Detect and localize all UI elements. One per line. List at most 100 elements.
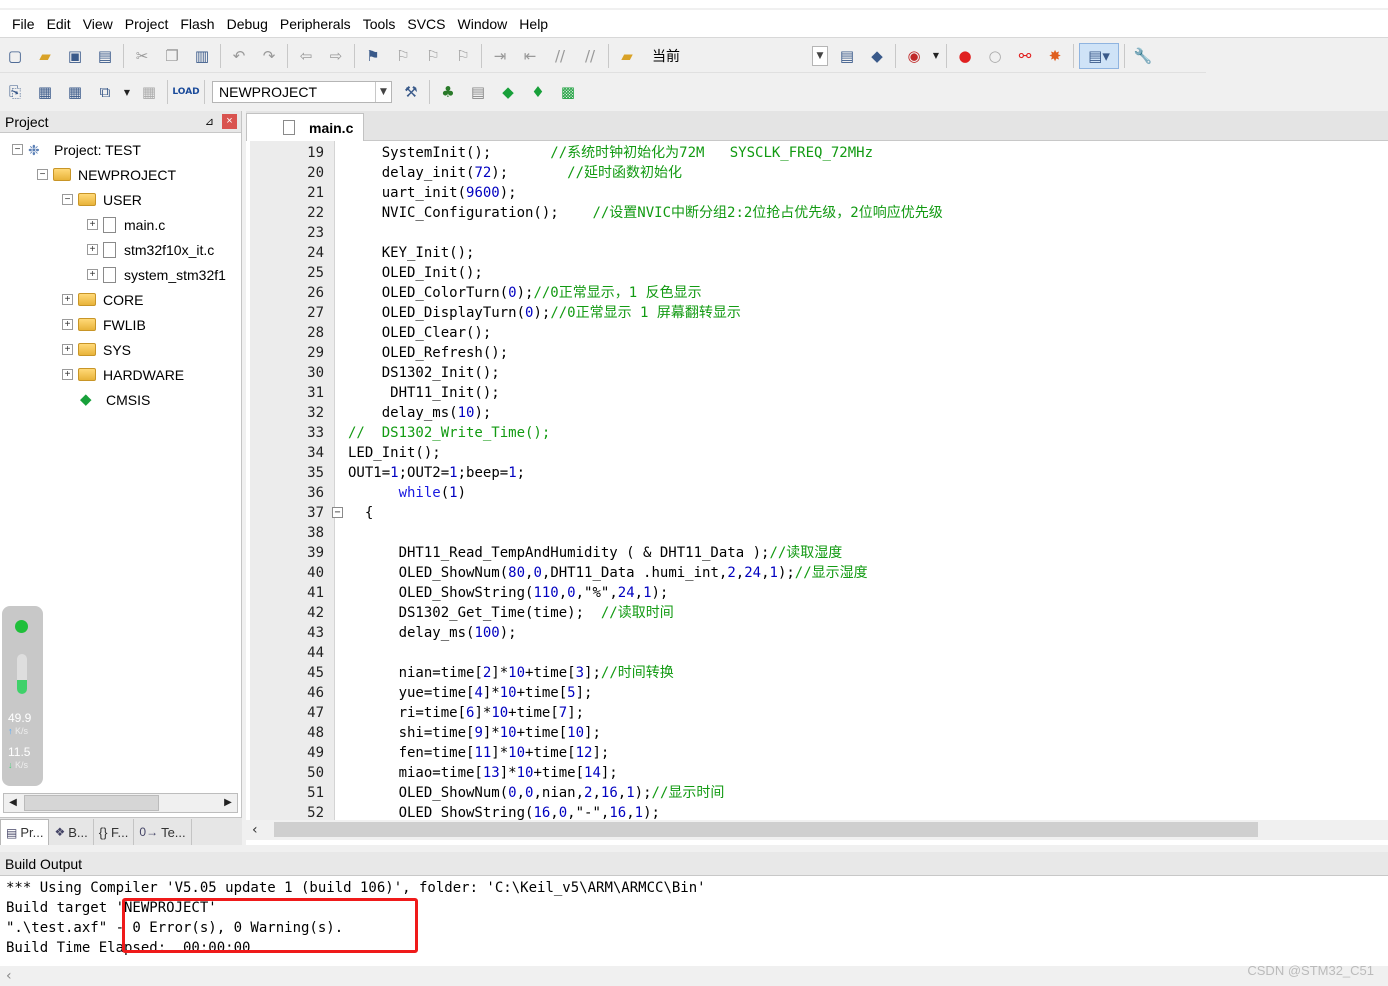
code-line[interactable]: 39 DHT11_Read_TempAndHumidity ( & DHT11_… (246, 543, 1386, 563)
pack-update-icon[interactable]: ▩ (555, 79, 581, 105)
tree-group-core[interactable]: + CORE (0, 287, 241, 312)
code-line[interactable]: 49 fen=time[11]*10+time[12]; (246, 743, 1386, 763)
scroll-left-icon[interactable]: ◀ (4, 794, 22, 812)
chevron-down-icon[interactable]: ▼ (812, 45, 828, 66)
tree-group-sys[interactable]: + SYS (0, 337, 241, 362)
code-line[interactable]: 44 (246, 643, 1386, 663)
collapse-icon[interactable]: − (37, 169, 48, 180)
code-line[interactable]: 38 (246, 523, 1386, 543)
pack-installer-icon[interactable]: ♦ (525, 79, 551, 105)
expand-icon[interactable]: + (87, 219, 98, 230)
tab-main-c[interactable]: main.c (246, 113, 364, 141)
expand-icon[interactable]: + (87, 244, 98, 255)
chevron-down-icon[interactable]: ▼ (931, 43, 941, 69)
bookmark-clear-icon[interactable]: ⚐ (450, 43, 476, 69)
uncomment-icon[interactable]: // (577, 43, 603, 69)
tree-group-hardware[interactable]: + HARDWARE (0, 362, 241, 387)
tab-templates[interactable]: 0→ Te... (134, 819, 192, 845)
tab-books[interactable]: ❖ B... (49, 819, 94, 845)
download-load-icon[interactable]: LOAD (172, 79, 199, 105)
menu-flash[interactable]: Flash (174, 10, 220, 38)
code-line[interactable]: 47 ri=time[6]*10+time[7]; (246, 703, 1386, 723)
scroll-left-icon[interactable]: ‹ (6, 966, 12, 986)
manage-project-items-icon[interactable]: ♣ (435, 79, 461, 105)
menu-peripherals[interactable]: Peripherals (274, 10, 357, 38)
build-icon[interactable]: ▦ (32, 79, 58, 105)
code-line[interactable]: 45 nian=time[2]*10+time[3];//时间转换 (246, 663, 1386, 683)
comment-icon[interactable]: // (547, 43, 573, 69)
bookmark-icon[interactable]: ⚑ (360, 43, 386, 69)
code-line[interactable]: 30 DS1302_Init(); (246, 363, 1386, 383)
incremental-find-icon[interactable]: ◆ (864, 43, 890, 69)
chevron-down-icon[interactable]: ▼ (375, 82, 391, 102)
translate-icon[interactable]: ⎘ (2, 79, 28, 105)
menu-project[interactable]: Project (119, 10, 175, 38)
code-line[interactable]: 48 shi=time[9]*10+time[10]; (246, 723, 1386, 743)
save-icon[interactable]: ▣ (62, 43, 88, 69)
breakpoint-disable-all-icon[interactable]: ⚯ (1012, 43, 1038, 69)
fold-collapse-icon[interactable]: − (332, 507, 343, 518)
new-file-icon[interactable]: ▢ (2, 43, 28, 69)
code-line[interactable]: 26 OLED_ColorTurn(0);//0正常显示，1 反色显示 (246, 283, 1386, 303)
menu-view[interactable]: View (77, 10, 119, 38)
expand-icon[interactable]: + (62, 319, 73, 330)
tree-group-fwlib[interactable]: + FWLIB (0, 312, 241, 337)
tree-target[interactable]: − NEWPROJECT (0, 162, 241, 187)
stop-build-icon[interactable]: ▦ (136, 79, 162, 105)
menu-edit[interactable]: Edit (41, 10, 77, 38)
chevron-down-icon[interactable]: ▼ (122, 79, 132, 105)
save-all-icon[interactable]: ▤ (92, 43, 118, 69)
collapse-icon[interactable]: − (12, 144, 23, 155)
scroll-thumb[interactable] (274, 822, 1258, 837)
code-line[interactable]: 27 OLED_DisplayTurn(0);//0正常显示 1 屏幕翻转显示 (246, 303, 1386, 323)
code-line[interactable]: 32 delay_ms(10); (246, 403, 1386, 423)
cut-icon[interactable]: ✂ (129, 43, 155, 69)
indent-icon[interactable]: ⇥ (487, 43, 513, 69)
expand-icon[interactable]: + (87, 269, 98, 280)
menu-debug[interactable]: Debug (221, 10, 274, 38)
expand-icon[interactable]: + (62, 369, 73, 380)
code-line[interactable]: 41 OLED_ShowString(110,0,"%",24,1); (246, 583, 1386, 603)
breakpoint-kill-all-icon[interactable]: ✸ (1042, 43, 1068, 69)
code-line[interactable]: 29 OLED_Refresh(); (246, 343, 1386, 363)
tree-file-it[interactable]: + stm32f10x_it.c (0, 237, 241, 262)
menu-svcs[interactable]: SVCS (401, 10, 451, 38)
code-editor[interactable]: 19 SystemInit(); //系统时钟初始化为72M SYSCLK_FR… (246, 141, 1388, 845)
expand-icon[interactable]: + (62, 294, 73, 305)
target-select[interactable]: NEWPROJECT ▼ (212, 81, 392, 103)
expand-icon[interactable]: + (62, 344, 73, 355)
tab-project[interactable]: ▤ Pr... (0, 819, 50, 845)
select-packs-icon[interactable]: ▤ (465, 79, 491, 105)
tree-file-main[interactable]: + main.c (0, 212, 241, 237)
menu-window[interactable]: Window (452, 10, 514, 38)
code-line[interactable]: 22 NVIC_Configuration(); //设置NVIC中断分组2:2… (246, 203, 1386, 223)
tree-file-system[interactable]: + system_stm32f1 (0, 262, 241, 287)
bookmark-next-icon[interactable]: ⚐ (420, 43, 446, 69)
menu-help[interactable]: Help (513, 10, 554, 38)
find-combo[interactable]: 当前 ▼ (646, 45, 828, 67)
undo-icon[interactable]: ↶ (226, 43, 252, 69)
code-line[interactable]: 46 yue=time[4]*10+time[5]; (246, 683, 1386, 703)
code-line[interactable]: 43 delay_ms(100); (246, 623, 1386, 643)
code-line[interactable]: 50 miao=time[13]*10+time[14]; (246, 763, 1386, 783)
code-line[interactable]: 31 DHT11_Init(); (246, 383, 1386, 403)
find-icon[interactable]: ▤ (834, 43, 860, 69)
bookmark-prev-icon[interactable]: ⚐ (390, 43, 416, 69)
code-line[interactable]: 36 while(1) (246, 483, 1386, 503)
code-line[interactable]: 23 (246, 223, 1386, 243)
code-line[interactable]: 34 LED_Init(); (246, 443, 1386, 463)
code-line[interactable]: 28 OLED_Clear(); (246, 323, 1386, 343)
nav-back-icon[interactable]: ⇦ (293, 43, 319, 69)
find-in-files-icon[interactable]: ▰ (614, 43, 640, 69)
project-hscrollbar[interactable]: ◀ ▶ (3, 793, 238, 813)
code-line[interactable]: 33 // DS1302_Write_Time(); (246, 423, 1386, 443)
tree-group-user[interactable]: − USER (0, 187, 241, 212)
scroll-right-icon[interactable]: ▶ (219, 794, 237, 812)
network-speed-widget[interactable]: 49.9 ↑ K/s 11.5 ↓ K/s (2, 606, 43, 786)
window-layout-icon[interactable]: ▤▾ (1079, 42, 1119, 69)
scroll-left-icon[interactable]: ‹ (252, 820, 266, 840)
configure-icon[interactable]: 🔧 (1130, 43, 1156, 69)
menu-tools[interactable]: Tools (357, 10, 402, 38)
code-line[interactable]: 37 {− (246, 503, 1386, 523)
target-options-icon[interactable]: ⚒ (398, 79, 424, 105)
